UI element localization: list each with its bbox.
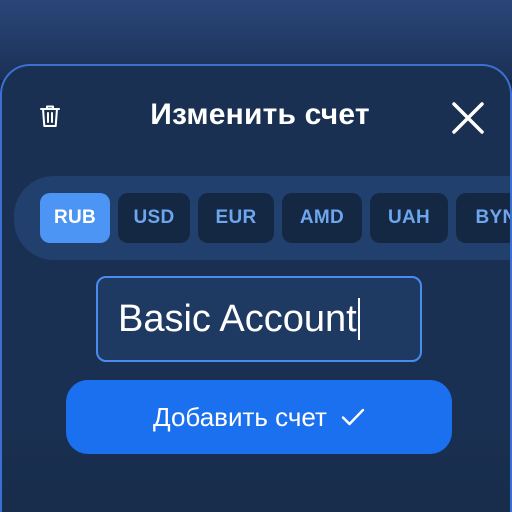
- add-account-button[interactable]: Добавить счет: [66, 380, 452, 454]
- dialog-title: Изменить счет: [150, 98, 370, 131]
- currency-chip-usd[interactable]: USD: [118, 193, 190, 243]
- close-button[interactable]: [448, 98, 488, 138]
- text-caret: [357, 298, 360, 340]
- account-name-input[interactable]: Basic Account: [96, 276, 422, 362]
- delete-account-button[interactable]: [36, 102, 64, 130]
- currency-chip-eur[interactable]: EUR: [198, 193, 274, 243]
- check-icon: [341, 408, 365, 426]
- add-account-label: Добавить счет: [153, 401, 327, 432]
- currency-chip-amd[interactable]: AMD: [282, 193, 362, 243]
- currency-chip-uah[interactable]: UAH: [370, 193, 448, 243]
- close-icon: [452, 102, 484, 134]
- currency-chip-byn[interactable]: BYN: [456, 193, 510, 243]
- account-name-value: Basic Account: [118, 297, 357, 340]
- currency-chip-rub[interactable]: RUB: [40, 193, 110, 243]
- trash-icon: [40, 105, 60, 127]
- edit-account-sheet: Изменить счет RUB USD EUR AMD UAH BYN Ba…: [0, 64, 512, 512]
- currency-selector: RUB USD EUR AMD UAH BYN: [14, 176, 510, 260]
